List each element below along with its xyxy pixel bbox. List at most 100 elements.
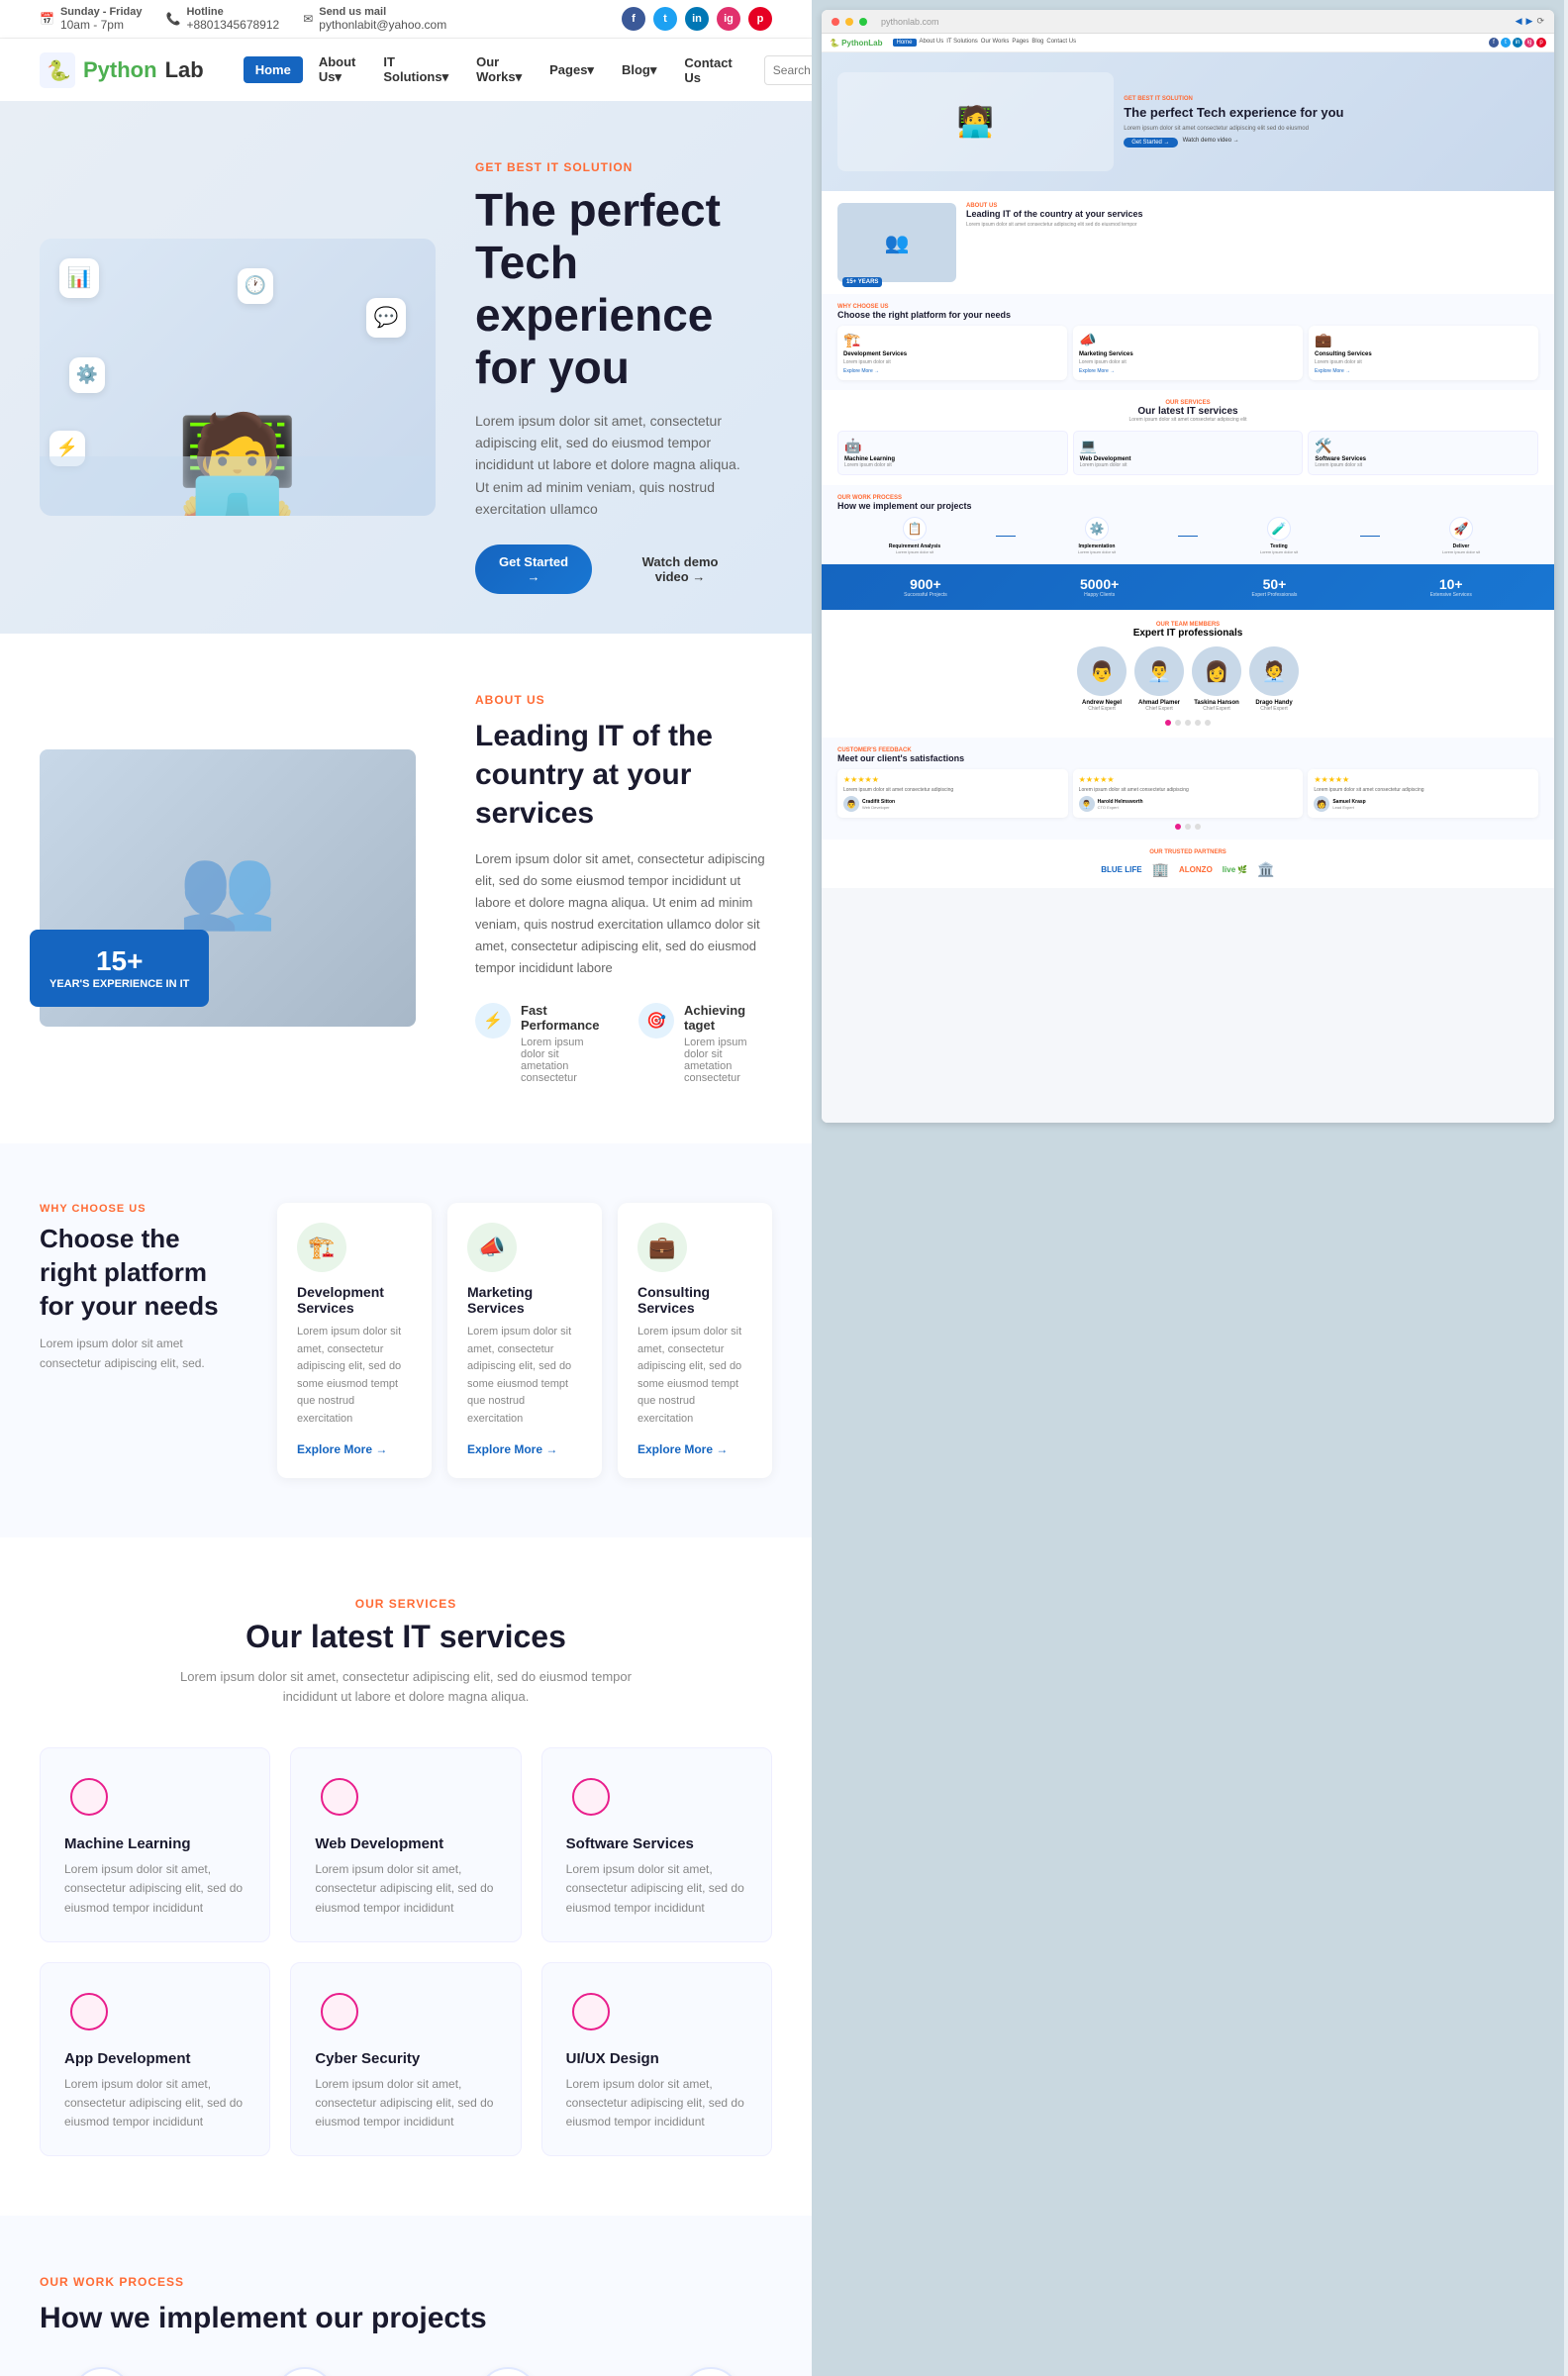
hero-desk [40,456,436,516]
mini-hero-btns: Get Started → Watch demo video → [1124,138,1538,148]
twitter-link[interactable]: t [653,7,677,31]
dot-green [859,18,867,26]
mini-team-grid: 👨 Andrew Negel Chief Expert 👨‍💼 Ahmad Pl… [837,646,1538,712]
mini-hero-title: The perfect Tech experience for you [1124,105,1538,121]
security-desc: Lorem ipsum dolor sit amet, consectetur … [315,2075,496,2132]
instagram-link[interactable]: ig [717,7,740,31]
mini-t-1: ★★★★★ Lorem ipsum dolor sit amet consect… [1073,769,1304,818]
mini-fb: f [1489,38,1499,48]
mini-t-dot-2 [1185,824,1191,830]
mini-why-card-2: 📣 Marketing Services Lorem ipsum dolor s… [1073,326,1303,380]
mini-avatar-0: 👨 [1077,646,1127,696]
mini-step-desc-2: Lorem ipsum dolor sit [1202,549,1356,554]
brand-logo[interactable]: 🐍 PythonLab [40,52,204,88]
browser-nav-2: ▶ [1526,16,1533,27]
mini-step-3: 🚀 Deliver Lorem ipsum dolor sit [1384,517,1538,554]
mini-nav-about: About Us [920,39,944,47]
mini-stat-num-1: 5000+ [1080,576,1119,592]
mini-why-card-3: 💼 Consulting Services Lorem ipsum dolor … [1309,326,1538,380]
mkt-explore-link[interactable]: Explore More → [467,1442,557,1456]
con-explore-link[interactable]: Explore More → [637,1442,728,1456]
mini-partner-3: live 🌿 [1223,865,1248,874]
dev-card-title: Development Services [297,1284,412,1316]
why-card-mkt: 📣 Marketing Services Lorem ipsum dolor s… [447,1203,602,1478]
mini-svc-0: 🤖 Machine Learning Lorem ipsum dolor sit [837,431,1068,475]
nav-blog[interactable]: Blog▾ [610,56,668,84]
mini-nav-contact: Contact Us [1046,39,1076,47]
nav-home[interactable]: Home [244,56,303,83]
mini-testimonial-title: Meet our client's satisfactions [837,753,1538,763]
nav-pages[interactable]: Pages▾ [538,56,606,84]
dot-yellow [845,18,853,26]
mini-why-link-1: Explore More → [843,368,1061,374]
facebook-link[interactable]: f [622,7,645,31]
mini-why: WHY CHOOSE US Choose the right platform … [822,294,1554,390]
software-desc: Lorem ipsum dolor sit amet, consectetur … [566,1860,747,1918]
feature-performance-text: Fast Performance Lorem ipsum dolor sit a… [521,1003,609,1084]
pinterest-link[interactable]: p [748,7,772,31]
security-title: Cyber Security [315,2050,496,2067]
mini-social: f t in ig p [1489,38,1546,48]
mini-nav: Home About Us IT Solutions Our Works Pag… [893,39,1077,47]
mini-member-1: 👨‍💼 Ahmad Plamer Chief Expert [1134,646,1184,712]
mini-team-dots [837,720,1538,726]
mini-member-0: 👨 Andrew Negel Chief Expert [1077,646,1127,712]
watch-demo-button[interactable]: Watch demo video → [608,544,752,594]
float-icon-1: 📊 [59,258,99,298]
mini-process-title: How we implement our projects [837,501,1538,511]
mini-t-text-1: Lorem ipsum dolor sit amet consectetur a… [1079,787,1298,793]
linkedin-link[interactable]: in [685,7,709,31]
service-ml: 🤖 Machine Learning Lorem ipsum dolor sit… [40,1747,270,1942]
mini-step-0: 📋 Requirement Analysis Lorem ipsum dolor… [837,517,992,554]
feature-performance-desc: Lorem ipsum dolor sit ametation consecte… [521,1037,609,1084]
float-icon-2: 💬 [366,298,406,338]
mini-about-img: 👥 15+ YEARS [837,203,956,282]
mini-svc-2: 🛠️ Software Services Lorem ipsum dolor s… [1308,431,1538,475]
mini-avatar-1: 👨‍💼 [1134,646,1184,696]
hotline-item: 📞 Hotline +8801345678912 [165,6,279,32]
mini-logo: 🐍 PythonLab [830,39,883,48]
nav-our-works[interactable]: Our Works▾ [464,49,534,91]
nav-contact[interactable]: Contact Us [672,50,743,91]
ml-title: Machine Learning [64,1835,245,1852]
uiux-icon: 🎨 [566,1987,616,2036]
mini-stars-1: ★★★★★ [1079,775,1298,784]
mini-why-icon-3: 💼 [1315,332,1532,348]
mini-member-2: 👩 Taskina Hanson Chief Expert [1192,646,1241,712]
services-title: Our latest IT services [40,1619,772,1655]
nav-about[interactable]: About Us▾ [307,49,368,91]
mini-t-avatar-0: 👨 [843,796,859,812]
mini-step-icon-1: ⚙️ [1085,517,1109,541]
mini-t-name-1: Harold Helmsworth [1098,799,1143,805]
mini-why-desc-3: Lorem ipsum dolor sit [1315,359,1532,365]
why-left: WHY CHOOSE US Choose the right platform … [40,1203,238,1478]
mini-step-1: ⚙️ Implementation Lorem ipsum dolor sit [1020,517,1174,554]
app-title: App Development [64,2050,245,2067]
mini-team-header: OUR TEAM MEMBERS Expert IT professionals [837,622,1538,639]
mini-services-title: Our latest IT services [837,406,1538,417]
process-section: OUR WORK PROCESS How we implement our pr… [0,2216,812,2376]
mini-avatar-3: 🧑‍💼 [1249,646,1299,696]
mini-role-0: Chief Expert [1077,706,1127,712]
services-header: OUR SERVICES Our latest IT services Lore… [40,1597,772,1709]
mini-connector-1 [1178,536,1198,537]
why-description: Lorem ipsum dolor sit amet consectetur a… [40,1335,238,1372]
browser-url: pythonlab.com [881,17,939,27]
mini-services-header: OUR SERVICES Our latest IT services Lore… [837,400,1538,423]
mini-pt: p [1536,38,1546,48]
hero-tag: GET BEST IT SOLUTION [475,160,752,174]
process-steps: 📋 Requirement Analysis Lorem ipsum dolor… [40,2367,772,2376]
mini-stat-3: 10+ Extensive Services [1430,576,1472,598]
browser-nav-3: ⟳ [1536,16,1544,27]
feature-target-desc: Lorem ipsum dolor sit ametation consecte… [684,1037,772,1084]
nav-it-solutions[interactable]: IT Solutions▾ [371,49,460,91]
dev-explore-link[interactable]: Explore More → [297,1442,387,1456]
services-description: Lorem ipsum dolor sit amet, consectetur … [158,1667,653,1709]
mini-t-2: ★★★★★ Lorem ipsum dolor sit amet consect… [1308,769,1538,818]
mkt-card-title: Marketing Services [467,1284,582,1316]
get-started-button[interactable]: Get Started → [475,544,592,594]
feature-target-text: Achieving taget Lorem ipsum dolor sit am… [684,1003,772,1084]
mini-svc-icon-0: 🤖 [844,438,1061,454]
mini-stat-2: 50+ Expert Professionals [1252,576,1298,598]
hotline-label: Hotline [186,6,279,18]
